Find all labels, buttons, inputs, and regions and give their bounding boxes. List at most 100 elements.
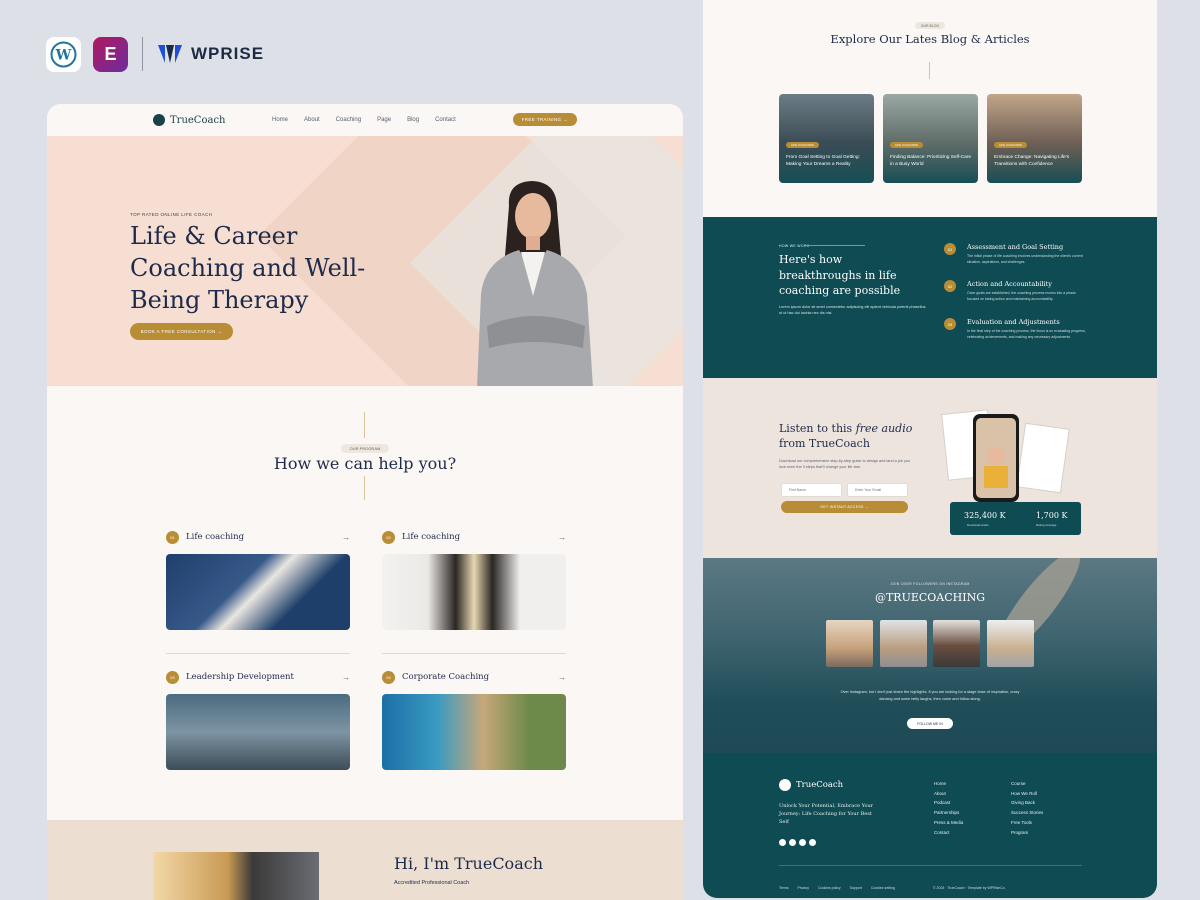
blog-post-card[interactable]: LIFE COACHING From Goal Setting to Goal … (779, 94, 874, 183)
section-divider-line (929, 62, 930, 79)
divider (166, 653, 350, 654)
site-logo[interactable]: TrueCoach (153, 114, 225, 126)
stat-value: 325,400 K (964, 511, 1006, 520)
instagram-section: JOIN OVER FOLLOWERS ON INSTAGRAM @TRUECO… (703, 558, 1157, 753)
nav-item-home[interactable]: Home (272, 117, 288, 123)
facebook-icon[interactable] (779, 839, 786, 846)
service-image (166, 694, 350, 770)
youtube-icon[interactable] (809, 839, 816, 846)
instagram-description: Over Instagram, but I don't just share t… (840, 690, 1020, 701)
step-title: Evaluation and Adjustments (967, 318, 1060, 326)
help-title: How we can help you? (273, 454, 457, 473)
service-card[interactable]: 01 Life coaching → (166, 529, 350, 630)
truecoach-logo-icon (153, 114, 165, 126)
get-access-button[interactable]: GET INSTANT ACCESS → (781, 501, 908, 513)
section-divider-line (364, 412, 365, 438)
nav-item-contact[interactable]: Contact (435, 117, 456, 123)
wordpress-logo-icon: W (46, 36, 81, 72)
post-title[interactable]: From Goal Setting to Goal Getting: Makin… (786, 154, 868, 168)
service-title: Life coaching (186, 532, 245, 542)
service-number: 04 (382, 670, 395, 684)
instagram-photo[interactable] (987, 620, 1034, 667)
svg-text:W: W (55, 47, 72, 63)
legal-link[interactable]: Privacy (798, 886, 809, 890)
book-consultation-button[interactable]: BOOK A FREE CONSULTATION → (130, 323, 233, 340)
instagram-photo[interactable] (933, 620, 980, 667)
about-subtitle: Accredited Professional Coach (394, 880, 470, 886)
first-name-field[interactable] (781, 483, 842, 497)
truecoach-logo-icon (779, 779, 791, 791)
instagram-photo[interactable] (826, 620, 873, 667)
how-it-works-section: HOW WE WORK Here's how breakthroughs in … (703, 217, 1157, 378)
footer-link[interactable]: How We Roll (1011, 789, 1043, 799)
service-title: Life coaching (402, 532, 461, 542)
service-title: Corporate Coaching (402, 672, 490, 682)
free-training-button[interactable]: FREE TRAINING → (512, 113, 577, 126)
step-description: The initial phase of life coaching invol… (967, 254, 1083, 264)
footer-link[interactable]: Program (1011, 828, 1043, 838)
service-number: 02 (382, 530, 395, 544)
footer-link[interactable]: Podcast (934, 798, 963, 808)
footer-logo[interactable]: TrueCoach (779, 779, 843, 791)
follow-button[interactable]: FOLLOW ME IN (907, 718, 953, 729)
footer-link[interactable]: Contact (934, 828, 963, 838)
service-card[interactable]: 03 Leadership Development → (166, 669, 350, 770)
legal-link[interactable]: Terms (779, 886, 789, 890)
section-description: Lorem ipsum dolor sit amet consectetur a… (779, 305, 926, 315)
nav-item-page[interactable]: Page (377, 117, 391, 123)
footer-links-col-1: Home About Podcast Partnerships Press & … (934, 779, 963, 837)
instagram-icon[interactable] (799, 839, 806, 846)
social-links (779, 839, 816, 846)
service-image (382, 694, 566, 770)
hero-title: Life & Career Coaching and Well-Being Th… (130, 222, 366, 314)
post-title[interactable]: Embrace Change: Navigating Life's Transi… (994, 154, 1076, 168)
instagram-photo[interactable] (880, 620, 927, 667)
instagram-handle[interactable]: @TRUECOACHING (703, 591, 1157, 604)
top-nav: TrueCoach Home About Coaching Page Blog … (47, 104, 683, 136)
arrow-right-icon[interactable]: → (342, 673, 350, 682)
email-field[interactable] (847, 483, 908, 497)
post-tag: LIFE COACHING (994, 142, 1027, 148)
legal-link[interactable]: Cookies setting (871, 886, 895, 890)
post-tag: LIFE COACHING (890, 142, 923, 148)
footer-link[interactable]: Course (1011, 779, 1043, 789)
nav-item-blog[interactable]: Blog (407, 117, 419, 123)
blog-post-card[interactable]: LIFE COACHING Finding Balance: Prioritiz… (883, 94, 978, 183)
arrow-right-icon[interactable]: → (342, 533, 350, 542)
instagram-kicker: JOIN OVER FOLLOWERS ON INSTAGRAM (890, 582, 970, 586)
free-audio-section: Listen to this free audio from TrueCoach… (703, 378, 1157, 558)
wprise-mark-icon (158, 45, 182, 63)
legal-link[interactable]: Cookies policy (818, 886, 841, 890)
program-badge: OUR PROGRAM (341, 444, 389, 453)
footer-link[interactable]: Home (934, 779, 963, 789)
arrow-right-icon[interactable]: → (558, 533, 566, 542)
site-footer: TrueCoach Unlock Your Potential, Embrace… (703, 753, 1157, 898)
service-number: 01 (166, 530, 179, 544)
footer-legal-links: Terms Privacy Cookies policy Support Coo… (779, 886, 895, 890)
nav-item-about[interactable]: About (304, 117, 320, 123)
kicker-line (805, 245, 865, 246)
footer-link[interactable]: Giving Back (1011, 798, 1043, 808)
footer-link[interactable]: Free Tools (1011, 818, 1043, 828)
footer-link[interactable]: Partnerships (934, 808, 963, 818)
post-title[interactable]: Finding Balance: Prioritizing Self-Care … (890, 154, 972, 168)
about-title: Hi, I'm TrueCoach (394, 854, 543, 873)
brand-divider (142, 37, 143, 71)
blog-post-card[interactable]: LIFE COACHING Embrace Change: Navigating… (987, 94, 1082, 183)
section-divider-line (364, 476, 365, 500)
step-number: 01 (944, 243, 956, 255)
step-title: Assessment and Goal Setting (967, 243, 1064, 251)
service-card[interactable]: 04 Corporate Coaching → (382, 669, 566, 770)
twitter-icon[interactable] (789, 839, 796, 846)
service-card[interactable]: 02 Life coaching → (382, 529, 566, 630)
footer-link[interactable]: Success Stories (1011, 808, 1043, 818)
footer-link[interactable]: About (934, 789, 963, 799)
arrow-right-icon[interactable]: → (558, 673, 566, 682)
audio-description: Download our comprehensive step-by-step … (779, 459, 911, 469)
right-page-preview: OUR BLOG Explore Our Lates Blog & Articl… (703, 0, 1157, 898)
step-description: In the final step of the coaching proces… (967, 329, 1086, 339)
legal-link[interactable]: Support (850, 886, 862, 890)
footer-link[interactable]: Press & Media (934, 818, 963, 828)
about-section: Hi, I'm TrueCoach Accredited Professiona… (47, 820, 683, 900)
nav-item-coaching[interactable]: Coaching (336, 117, 361, 123)
